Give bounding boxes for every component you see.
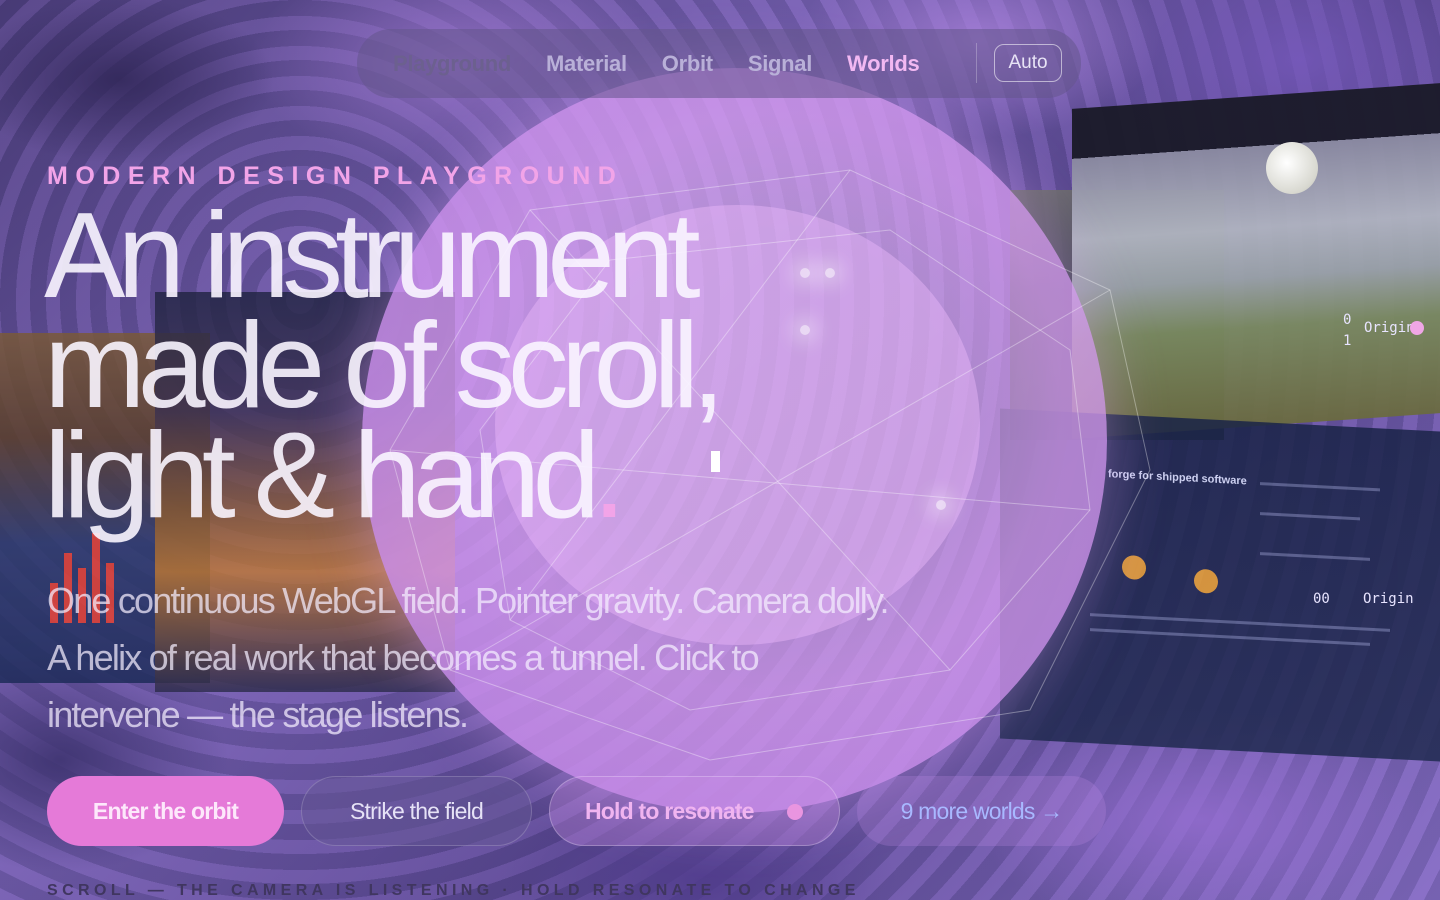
coord-label: 1 bbox=[1343, 333, 1352, 349]
more-worlds-link[interactable]: 9 more worlds → bbox=[857, 776, 1106, 846]
coord-label: 0 bbox=[1343, 312, 1352, 328]
resonate-pulse-icon bbox=[787, 804, 803, 820]
coord-label: 00 bbox=[1313, 591, 1330, 607]
origin-marker bbox=[1410, 321, 1424, 335]
dashboard-line bbox=[1260, 482, 1380, 492]
sparkle bbox=[936, 500, 946, 510]
nav-item-material[interactable]: Material bbox=[546, 51, 627, 77]
hold-resonate-button[interactable]: Hold to resonate bbox=[549, 776, 840, 846]
sparkle bbox=[825, 268, 835, 278]
nav-item-playground[interactable]: Playground bbox=[393, 51, 511, 77]
nav-item-worlds[interactable]: Worlds bbox=[847, 51, 920, 77]
top-nav: Playground Material Orbit Signal Worlds … bbox=[357, 29, 1081, 98]
dashboard-chart-dot bbox=[1194, 568, 1218, 594]
headline-line-3: light & hand bbox=[44, 407, 600, 543]
hero-headline: An instrument made of scroll, light & ha… bbox=[44, 194, 744, 536]
dashboard-line bbox=[1260, 512, 1360, 521]
headline-period: . bbox=[592, 407, 626, 543]
dashboard-line bbox=[1260, 552, 1370, 561]
nav-item-signal[interactable]: Signal bbox=[748, 51, 813, 77]
sparkle bbox=[800, 325, 810, 335]
nav-item-orbit[interactable]: Orbit bbox=[662, 51, 713, 77]
strike-field-button[interactable]: Strike the field bbox=[301, 776, 532, 846]
hero-lede: One continuous WebGL field. Pointer grav… bbox=[47, 580, 890, 735]
origin-label: Origin bbox=[1364, 320, 1415, 336]
enter-orbit-button[interactable]: Enter the orbit bbox=[47, 776, 284, 846]
auto-mode-toggle[interactable]: Auto bbox=[994, 44, 1062, 82]
hold-resonate-label: Hold to resonate bbox=[585, 797, 754, 824]
nav-divider bbox=[976, 43, 977, 83]
sparkle bbox=[800, 268, 810, 278]
moon-icon bbox=[1266, 142, 1318, 194]
scroll-hint: SCROLL — THE CAMERA IS LISTENING · HOLD … bbox=[47, 882, 860, 899]
origin-label: Origin bbox=[1363, 591, 1414, 607]
